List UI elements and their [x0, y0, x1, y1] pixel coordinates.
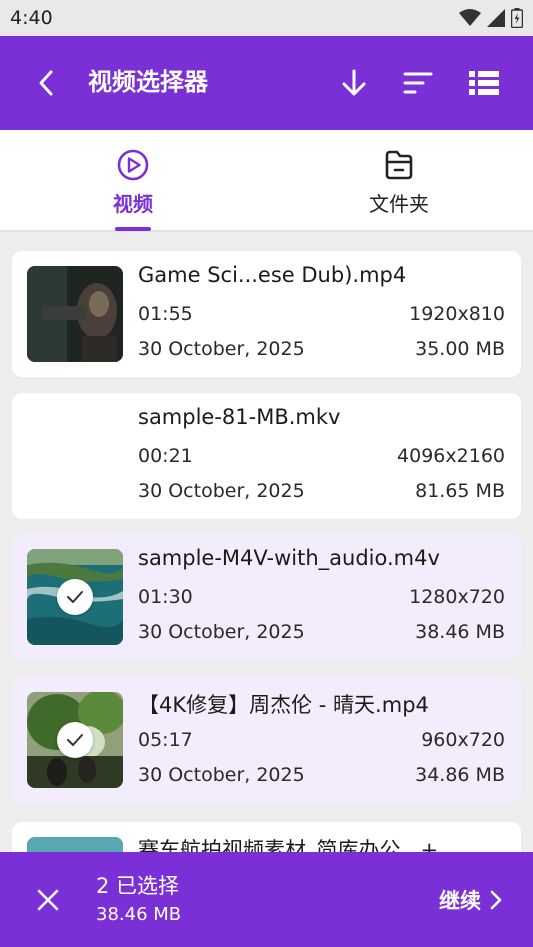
video-card[interactable]: Game Sci...ese Dub).mp4 01:55 1920x810 3…	[12, 251, 521, 377]
video-date: 30 October, 2025	[138, 621, 305, 643]
selection-size: 38.46 MB	[96, 904, 182, 925]
continue-button[interactable]: 继续	[439, 880, 503, 920]
video-duration: 01:55	[138, 303, 193, 325]
check-icon	[67, 591, 83, 603]
video-name: Game Sci...ese Dub).mp4	[138, 263, 407, 287]
status-time: 4:40	[10, 7, 53, 29]
video-name: sample-81-MB.mkv	[138, 405, 341, 429]
status-bar: 4:40	[0, 0, 533, 36]
video-card-selected[interactable]: sample-M4V-with_audio.m4v 01:30 1280x720…	[12, 534, 521, 660]
video-thumbnail	[27, 549, 123, 645]
close-icon	[37, 889, 59, 911]
video-date: 30 October, 2025	[138, 480, 305, 502]
clear-selection-button[interactable]	[30, 882, 66, 918]
tab-folders[interactable]: 文件夹	[266, 130, 532, 230]
tab-indicator	[115, 227, 151, 231]
video-list[interactable]: Game Sci...ese Dub).mp4 01:55 1920x810 3…	[0, 232, 533, 852]
video-card-selected[interactable]: 【4K修复】周杰伦 - 晴天.mp4 05:17 960x720 30 Octo…	[12, 677, 521, 803]
video-thumbnail	[27, 692, 123, 788]
wifi-icon	[459, 9, 481, 26]
status-icons	[459, 8, 523, 28]
list-view-button[interactable]	[466, 65, 502, 101]
video-size: 38.46 MB	[415, 621, 505, 643]
back-arrow-icon	[39, 70, 53, 96]
video-duration: 00:21	[138, 445, 193, 467]
play-circle-icon	[117, 149, 149, 181]
video-size: 34.86 MB	[415, 764, 505, 786]
video-name: 赛车航拍视频素材_简库办公...+	[138, 838, 439, 852]
video-thumbnail	[27, 408, 123, 504]
selection-count: 2 已选择	[96, 874, 180, 898]
continue-label: 继续	[439, 889, 481, 913]
back-button[interactable]	[28, 67, 64, 99]
tab-folders-label: 文件夹	[369, 192, 429, 216]
selected-check	[57, 579, 93, 615]
video-size: 81.65 MB	[415, 480, 505, 502]
video-card[interactable]: sample-81-MB.mkv 00:21 4096x2160 30 Octo…	[12, 393, 521, 519]
tab-videos-label: 视频	[113, 192, 153, 216]
video-resolution: 1280x720	[409, 586, 505, 608]
app-bar: 视频选择器	[0, 36, 533, 130]
video-thumbnail	[27, 266, 123, 362]
download-icon	[342, 69, 366, 96]
video-date: 30 October, 2025	[138, 764, 305, 786]
tab-videos[interactable]: 视频	[0, 130, 266, 230]
video-name: sample-M4V-with_audio.m4v	[138, 546, 440, 570]
video-duration: 01:30	[138, 586, 193, 608]
page-title: 视频选择器	[88, 68, 208, 96]
video-name: 【4K修复】周杰伦 - 晴天.mp4	[138, 693, 429, 717]
video-resolution: 960x720	[421, 729, 505, 751]
selection-bar: 2 已选择 38.46 MB 继续	[0, 852, 533, 947]
list-view-icon	[469, 71, 499, 95]
folder-icon	[385, 150, 413, 180]
video-resolution: 1920x810	[409, 303, 505, 325]
chevron-right-icon	[490, 890, 502, 910]
selected-check	[57, 722, 93, 758]
check-icon	[67, 734, 83, 746]
video-date: 30 October, 2025	[138, 338, 305, 360]
download-button[interactable]	[336, 65, 372, 101]
sort-icon	[403, 72, 433, 94]
video-thumbnail	[27, 837, 123, 852]
video-size: 35.00 MB	[415, 338, 505, 360]
video-resolution: 4096x2160	[397, 445, 505, 467]
video-card[interactable]: 赛车航拍视频素材_简库办公...+	[12, 822, 521, 852]
tab-bar: 视频 文件夹	[0, 130, 533, 232]
video-duration: 05:17	[138, 729, 193, 751]
battery-icon	[511, 8, 523, 28]
sort-button[interactable]	[400, 65, 436, 101]
signal-icon	[487, 9, 505, 27]
